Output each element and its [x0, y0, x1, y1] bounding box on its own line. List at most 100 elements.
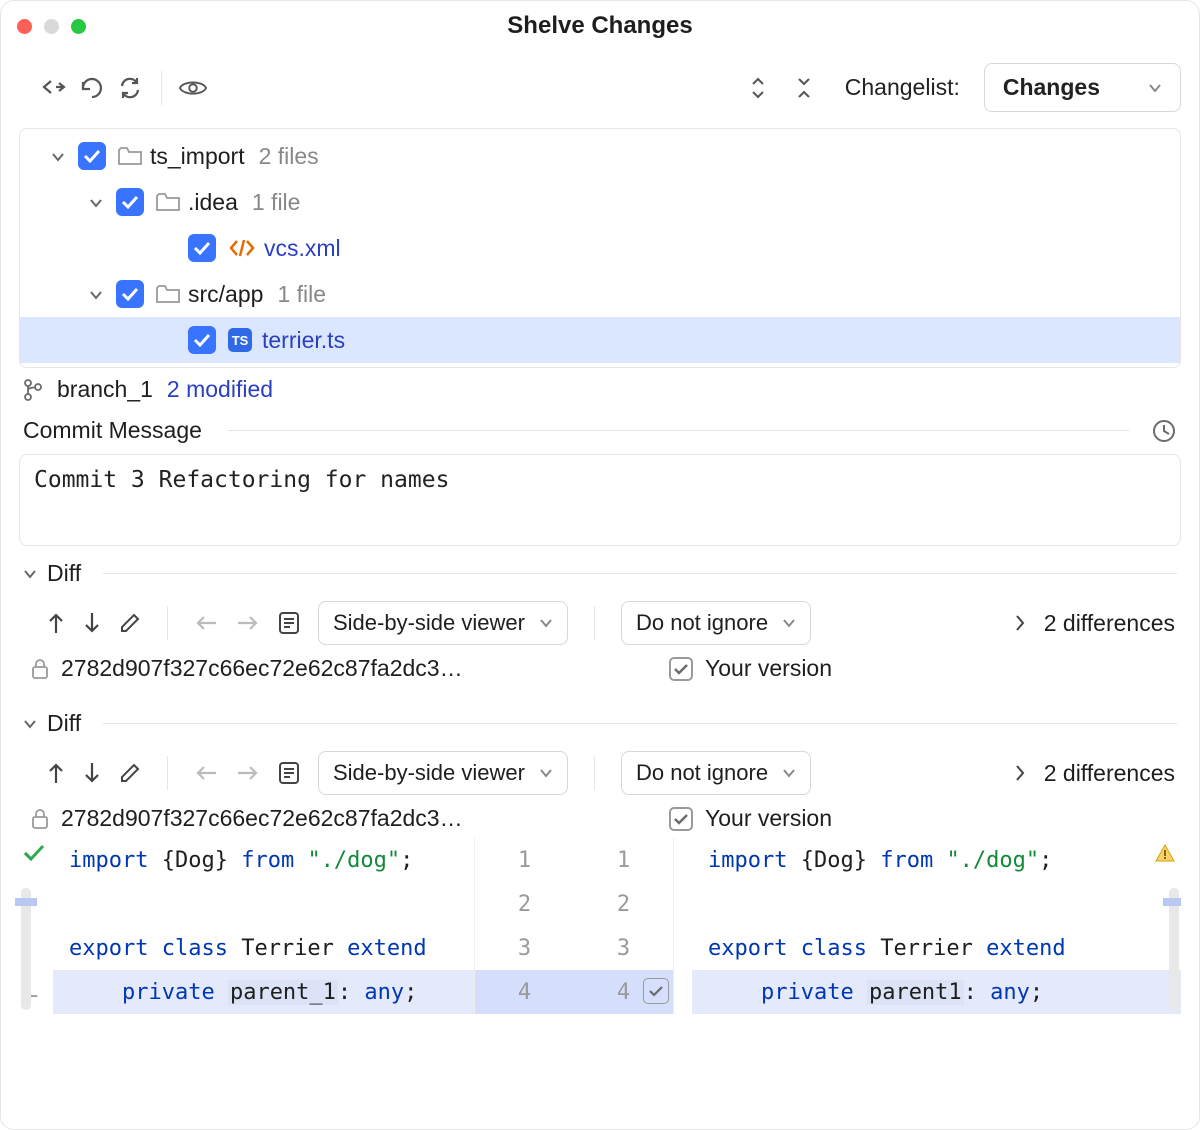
your-version-label: Your version [705, 805, 832, 832]
chevron-down-icon [1148, 83, 1162, 93]
next-diff-icon[interactable] [83, 611, 101, 635]
xml-icon [228, 237, 256, 259]
edit-icon[interactable] [119, 762, 141, 784]
folder-name: src/app [188, 281, 263, 308]
forward-icon[interactable] [236, 614, 260, 632]
lock-icon [31, 808, 49, 830]
folder-meta: 1 file [252, 189, 301, 216]
your-version-label: Your version [705, 655, 832, 682]
diff-file-row: 2782d907f327c66ec72e62c87fa2dc3… Your ve… [1, 655, 1199, 686]
toolbar-separator [161, 71, 162, 105]
folder-name: ts_import [150, 143, 245, 170]
collapse-icon[interactable] [795, 75, 813, 101]
titlebar: Shelve Changes [1, 1, 1199, 51]
history-icon[interactable] [1151, 418, 1177, 444]
commit-section-head: Commit Message [1, 417, 1199, 444]
diff-file-row: 2782d907f327c66ec72e62c87fa2dc3… Your ve… [1, 805, 1199, 836]
prev-diff-icon[interactable] [47, 611, 65, 635]
diff-count: 2 differences [1044, 760, 1175, 787]
tree-row-srcapp[interactable]: src/app 1 file [20, 271, 1180, 317]
list-icon[interactable] [278, 611, 300, 635]
diff-section-head: Diff [1, 710, 1199, 737]
scroll-marker-right[interactable] [1169, 888, 1179, 1010]
list-icon[interactable] [278, 761, 300, 785]
checkbox[interactable] [78, 142, 106, 170]
diff-hash: 2782d907f327c66ec72e62c87fa2dc3… [61, 655, 463, 682]
viewer-mode-value: Side-by-side viewer [333, 610, 525, 636]
commit-message-input[interactable]: Commit 3 Refactoring for names [19, 454, 1181, 546]
refresh-icon[interactable] [115, 73, 145, 103]
chevron-down-icon[interactable] [23, 718, 37, 730]
diff-label: Diff [47, 710, 81, 737]
checkbox[interactable] [116, 280, 144, 308]
diff-toolbar: Side-by-side viewer Do not ignore 2 diff… [1, 587, 1199, 655]
code-right-pane[interactable]: import {Dog} from "./dog"; export class … [674, 838, 1181, 1014]
window-title: Shelve Changes [1, 12, 1199, 40]
viewer-mode-value: Side-by-side viewer [333, 760, 525, 786]
viewer-mode-combo[interactable]: Side-by-side viewer [318, 601, 568, 645]
ignore-value: Do not ignore [636, 610, 768, 636]
checkbox[interactable] [188, 234, 216, 262]
undo-icon[interactable] [77, 73, 107, 103]
ignore-combo[interactable]: Do not ignore [621, 751, 811, 795]
file-name: vcs.xml [264, 235, 341, 262]
changes-tree: ts_import 2 files .idea 1 file vcs.xml s… [19, 128, 1181, 368]
tree-row-vcs[interactable]: vcs.xml [20, 225, 1180, 271]
back-icon[interactable] [194, 764, 218, 782]
chevron-down-icon[interactable] [23, 568, 37, 580]
your-version-checkbox[interactable] [669, 657, 693, 681]
tree-row-idea[interactable]: .idea 1 file [20, 179, 1180, 225]
folder-name: .idea [188, 189, 238, 216]
edit-icon[interactable] [119, 612, 141, 634]
checkbox[interactable] [116, 188, 144, 216]
diff-label: Diff [47, 560, 81, 587]
chevron-down-icon [539, 618, 553, 628]
next-diff-icon[interactable] [83, 761, 101, 785]
expand-icon[interactable] [749, 75, 767, 101]
chevron-down-icon [782, 618, 796, 628]
chevron-down-icon[interactable] [76, 195, 116, 209]
changelist-value: Changes [1003, 74, 1100, 101]
warning-icon [1155, 844, 1175, 862]
diff-hash: 2782d907f327c66ec72e62c87fa2dc3… [61, 805, 463, 832]
branch-line: branch_1 2 modified [1, 368, 1199, 417]
chevron-down-icon [539, 768, 553, 778]
commit-message-text: Commit 3 Refactoring for names [34, 467, 449, 493]
commit-section-label: Commit Message [23, 417, 202, 444]
ignore-combo[interactable]: Do not ignore [621, 601, 811, 645]
ignore-value: Do not ignore [636, 760, 768, 786]
apply-chunk-checkbox[interactable] [643, 978, 669, 1004]
chevron-right-icon[interactable] [1014, 764, 1026, 782]
branch-status[interactable]: 2 modified [167, 376, 273, 403]
preview-icon[interactable] [178, 73, 208, 103]
your-version-checkbox[interactable] [669, 807, 693, 831]
chevron-down-icon[interactable] [38, 149, 78, 163]
code-left-pane[interactable]: import {Dog} from "./dog"; export class … [19, 838, 474, 1014]
tree-row-terrier[interactable]: TS terrier.ts [20, 317, 1180, 363]
typescript-icon: TS [228, 328, 252, 352]
chevron-down-icon [782, 768, 796, 778]
shelve-dialog: Shelve Changes Changelist: Changes [0, 0, 1200, 1130]
folder-icon [156, 192, 180, 212]
diff-count: 2 differences [1044, 610, 1175, 637]
chevron-right-icon[interactable] [1014, 614, 1026, 632]
diff-toolbar: Side-by-side viewer Do not ignore 2 diff… [1, 737, 1199, 805]
changelist-label: Changelist: [845, 74, 960, 101]
viewer-mode-combo[interactable]: Side-by-side viewer [318, 751, 568, 795]
branch-icon [23, 378, 43, 402]
prev-diff-icon[interactable] [47, 761, 65, 785]
rollback-icon[interactable] [39, 73, 69, 103]
chevron-down-icon[interactable] [76, 287, 116, 301]
checkbox[interactable] [188, 326, 216, 354]
changelist-combo[interactable]: Changes [984, 63, 1181, 112]
forward-icon[interactable] [236, 764, 260, 782]
diff-section-head: Diff [1, 560, 1199, 587]
back-icon[interactable] [194, 614, 218, 632]
diff-code-view: − import {Dog} from "./dog"; export clas… [19, 838, 1181, 1014]
branch-name: branch_1 [57, 376, 153, 403]
tree-row-root[interactable]: ts_import 2 files [20, 133, 1180, 179]
folder-meta: 1 file [277, 281, 326, 308]
folder-meta: 2 files [259, 143, 319, 170]
file-name: terrier.ts [262, 327, 345, 354]
dialog-toolbar: Changelist: Changes [1, 51, 1199, 124]
